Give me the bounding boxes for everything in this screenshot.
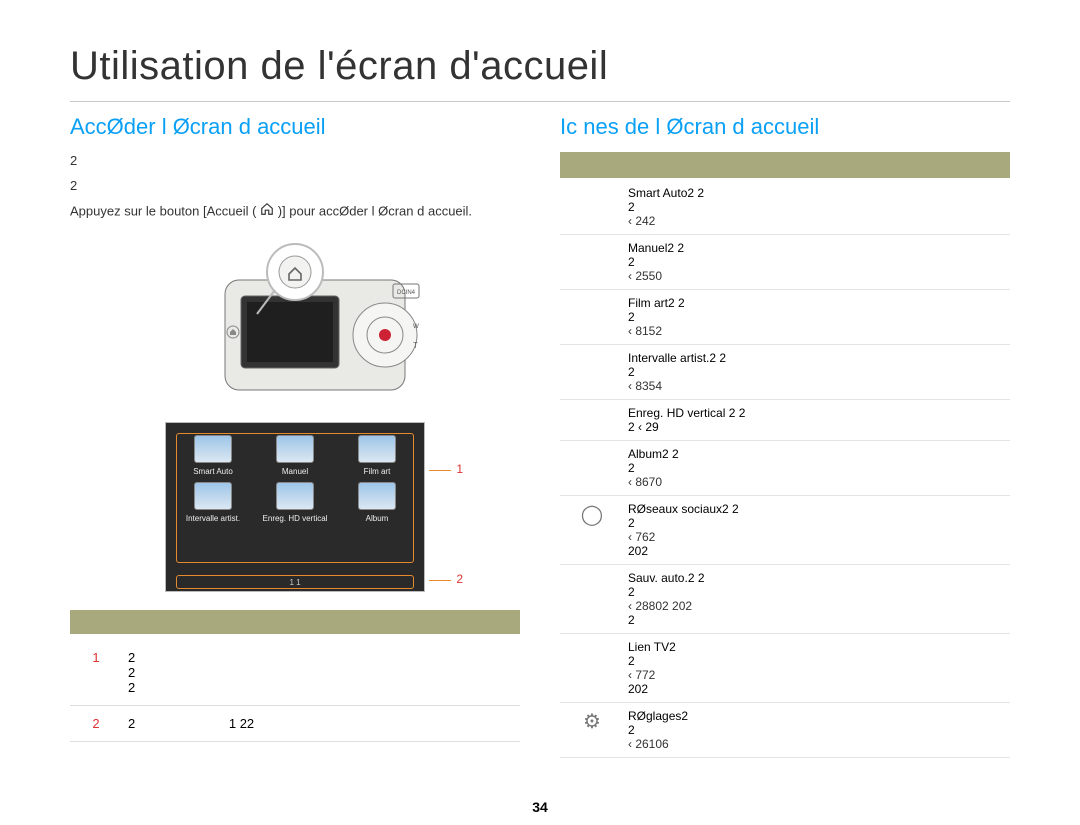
text-line: 2 <box>70 152 520 171</box>
icon-table-header <box>560 152 1010 178</box>
instr-suffix: )] pour accØder l Øcran d accueil. <box>278 203 472 218</box>
svg-text:DCIN4: DCIN4 <box>397 290 416 296</box>
home-screen-preview: Smart Auto Manuel Film art Intervalle ar… <box>165 422 425 592</box>
mode-icon <box>560 441 624 496</box>
mode-description: Sauv. auto.2 22‹ 28802 2022 <box>624 565 1010 634</box>
mode-description: Album2 22‹ 8670 <box>624 441 1010 496</box>
mode-description: Smart Auto2 22‹ 242 <box>624 180 1010 235</box>
icon-row: ◯RØseaux sociaux2 22‹ 762202 <box>560 496 1010 565</box>
mode-description: Intervalle artist.2 22‹ 8354 <box>624 345 1010 400</box>
annotation: 1 <box>456 462 463 476</box>
device-illustration: DCIN4 w T <box>70 240 520 410</box>
icon-row: Lien TV22‹ 772202 <box>560 634 1010 703</box>
svg-text:T: T <box>413 341 418 350</box>
svg-text:w: w <box>412 321 419 330</box>
mode-icon: ◯ <box>560 496 624 565</box>
annotation: 2 <box>456 572 463 586</box>
callout-number: 1 <box>70 640 122 706</box>
instruction: Appuyez sur le bouton [Accueil ( )] pour… <box>70 202 520 222</box>
left-column: AccØder l Øcran d accueil 2 2 Appuyez su… <box>70 114 520 758</box>
right-heading: Ic nes de l Øcran d accueil <box>560 114 1010 140</box>
icon-row: Film art2 22‹ 8152 <box>560 290 1010 345</box>
mode-icon <box>560 345 624 400</box>
callout-table: 1 2 2 2 2 2 1 22 <box>70 640 520 742</box>
mode-description: Film art2 22‹ 8152 <box>624 290 1010 345</box>
icon-row: Album2 22‹ 8670 <box>560 441 1010 496</box>
left-heading: AccØder l Øcran d accueil <box>70 114 520 140</box>
instr-prefix: Appuyez sur le bouton [Accueil ( <box>70 203 256 218</box>
mode-description: RØseaux sociaux2 22‹ 762202 <box>624 496 1010 565</box>
mode-description: Manuel2 22‹ 2550 <box>624 235 1010 290</box>
mode-description: Lien TV22‹ 772202 <box>624 634 1010 703</box>
icon-row: Smart Auto2 22‹ 242 <box>560 180 1010 235</box>
callout-number: 2 <box>70 705 122 741</box>
mode-icon <box>560 290 624 345</box>
icon-row: Enreg. HD vertical 2 22 ‹ 29 <box>560 400 1010 441</box>
mode-icon <box>560 400 624 441</box>
mode-description: RØglages22‹ 26106 <box>624 703 1010 758</box>
mode-icon <box>560 180 624 235</box>
mode-description: Enreg. HD vertical 2 22 ‹ 29 <box>624 400 1010 441</box>
mode-icon: ⚙ <box>560 703 624 758</box>
icon-row: ⚙RØglages22‹ 26106 <box>560 703 1010 758</box>
page-title: Utilisation de l'écran d'accueil <box>70 44 1010 102</box>
right-column: Ic nes de l Øcran d accueil Smart Auto2 … <box>560 114 1010 758</box>
table-header-band <box>70 610 520 634</box>
icon-row: Intervalle artist.2 22‹ 8354 <box>560 345 1010 400</box>
icon-row: Manuel2 22‹ 2550 <box>560 235 1010 290</box>
mode-icon <box>560 565 624 634</box>
icon-table: Smart Auto2 22‹ 242Manuel2 22‹ 2550Film … <box>560 180 1010 758</box>
icon-row: Sauv. auto.2 22‹ 28802 2022 <box>560 565 1010 634</box>
mode-icon <box>560 634 624 703</box>
mode-icon <box>560 235 624 290</box>
home-icon <box>260 202 274 222</box>
page-number: 34 <box>0 799 1080 815</box>
text-line: 2 <box>70 177 520 196</box>
